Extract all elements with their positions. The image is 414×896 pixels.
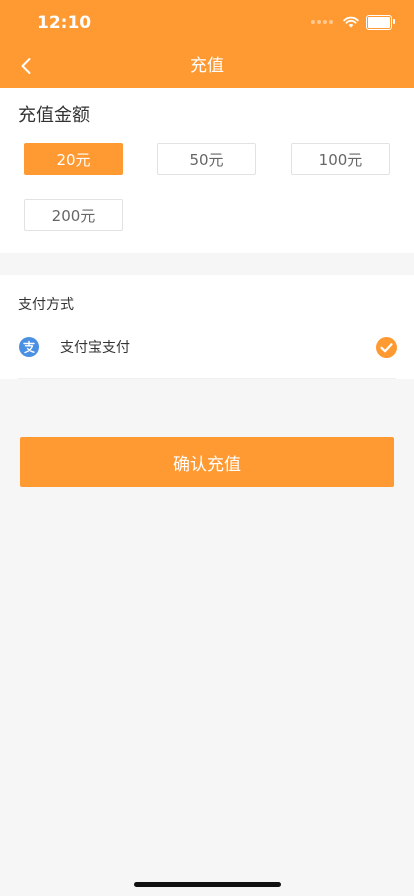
wifi-icon [343, 16, 359, 28]
status-time: 12:10 [37, 13, 92, 33]
amount-option-20[interactable]: 20元 [24, 143, 123, 175]
amount-option-100[interactable]: 100元 [291, 143, 390, 175]
amount-section-title: 充值金额 [18, 105, 90, 126]
payment-section-title: 支付方式 [18, 297, 74, 313]
confirm-recharge-button[interactable]: 确认充值 [20, 437, 394, 487]
status-icons [311, 14, 395, 30]
payment-section: 支付方式 支付宝支付 [0, 275, 414, 379]
alipay-icon [19, 337, 39, 357]
payment-method-alipay[interactable]: 支付宝支付 [0, 327, 414, 371]
header: 12:10 充值 [0, 0, 414, 88]
signal-icon [311, 20, 335, 24]
home-indicator [134, 882, 281, 887]
page-title: 充值 [190, 56, 224, 76]
amount-section: 充值金额 20元 50元 100元 200元 [0, 88, 414, 253]
check-circle-icon[interactable] [376, 337, 397, 358]
amount-option-200[interactable]: 200元 [24, 199, 123, 231]
battery-icon [366, 14, 395, 30]
amount-option-50[interactable]: 50元 [157, 143, 256, 175]
payment-method-label: 支付宝支付 [60, 340, 130, 356]
divider [18, 378, 396, 379]
